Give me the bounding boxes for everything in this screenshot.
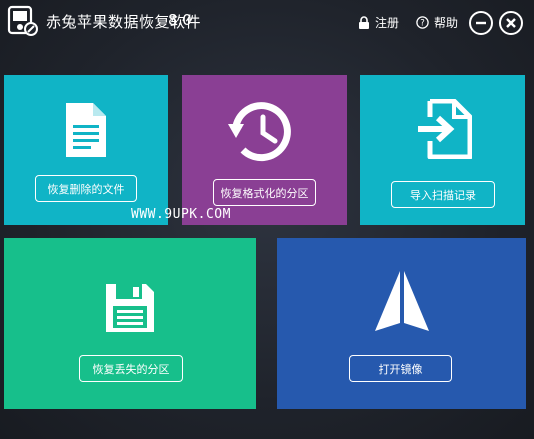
- recover-formatted-partition-button[interactable]: 恢复格式化的分区: [213, 179, 316, 206]
- recover-deleted-files-button[interactable]: 恢复删除的文件: [35, 175, 137, 202]
- register-link[interactable]: 注册: [358, 14, 399, 31]
- tile-import-scan-record[interactable]: 导入扫描记录: [360, 75, 525, 225]
- open-image-button[interactable]: 打开镜像: [349, 355, 452, 382]
- watermark-text: WWW.9UPK.COM: [131, 207, 231, 222]
- disk-image-icon: [375, 271, 429, 331]
- document-icon: [66, 103, 106, 157]
- tile-open-image[interactable]: 打开镜像: [277, 238, 526, 409]
- import-scan-record-button[interactable]: 导入扫描记录: [391, 181, 495, 208]
- minimize-button[interactable]: [469, 11, 493, 35]
- recover-lost-partition-button[interactable]: 恢复丢失的分区: [79, 355, 183, 382]
- svg-text:?: ?: [420, 19, 425, 29]
- app-logo-icon: [7, 5, 39, 37]
- close-button[interactable]: [499, 11, 523, 35]
- close-icon: [506, 18, 516, 28]
- tile-recover-formatted-partition[interactable]: 恢复格式化的分区: [182, 75, 347, 225]
- register-label: 注册: [375, 16, 400, 30]
- lock-icon: [359, 16, 369, 29]
- floppy-disk-icon: [106, 284, 154, 332]
- history-clock-icon: [228, 102, 291, 162]
- app-version: 8.0: [168, 11, 192, 29]
- minimize-icon: [476, 21, 486, 25]
- tile-recover-lost-partition[interactable]: 恢复丢失的分区: [4, 238, 256, 409]
- help-link[interactable]: ? 帮助: [416, 14, 458, 31]
- help-label: 帮助: [434, 16, 459, 30]
- help-icon: ?: [416, 16, 429, 29]
- title-bar: 赤兔苹果数据恢复软件 8.0 注册 ? 帮助: [0, 0, 534, 48]
- tile-recover-deleted-files[interactable]: 恢复删除的文件: [4, 75, 168, 225]
- import-file-icon: [418, 99, 472, 159]
